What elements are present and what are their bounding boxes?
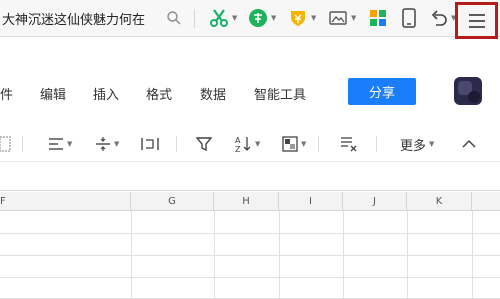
menu-file[interactable]: 件 [0, 84, 13, 103]
chevron-down-icon: ▼ [232, 13, 238, 22]
filter-tool[interactable] [196, 135, 212, 153]
chevron-down-icon: ▼ [311, 13, 317, 22]
menu-data[interactable]: 数据 [200, 84, 226, 103]
search-query-text[interactable]: 大神沉迷这仙侠魅力何在 [2, 9, 145, 28]
avatar[interactable] [454, 77, 482, 105]
scissors-icon [210, 9, 228, 27]
column-header-i[interactable]: I [279, 192, 343, 211]
column-header-k[interactable]: K [407, 192, 472, 211]
sort-tool[interactable]: A Z ▼ [234, 135, 260, 153]
menu-format[interactable]: 格式 [146, 84, 172, 103]
menu-smart-tools[interactable]: 智能工具 [254, 84, 306, 103]
column-header-h[interactable]: H [214, 192, 279, 211]
cell-style-tool[interactable]: ▼ [282, 135, 306, 153]
svg-text:Z: Z [235, 145, 241, 153]
tablet-tool[interactable] [401, 8, 417, 28]
undo-tool[interactable]: ▼ [430, 8, 456, 28]
grid-line [0, 233, 500, 234]
share-button[interactable]: 分享 [348, 78, 416, 105]
sort-icon: A Z [235, 136, 251, 153]
align-tool[interactable]: ▼ [48, 135, 72, 153]
chevron-down-icon: ▼ [301, 139, 307, 148]
more-label: 更多 [400, 138, 427, 154]
wrap-text-tool[interactable] [141, 135, 159, 153]
tablet-icon [402, 8, 416, 28]
spreadsheet-grid[interactable]: F G H I J K [0, 192, 500, 299]
apps-icon [370, 10, 386, 26]
chevron-down-icon: ▼ [255, 139, 261, 148]
collapse-toolbar-button[interactable] [462, 135, 476, 153]
chevron-down-icon: ▼ [114, 139, 120, 148]
scissors-tool[interactable]: ▼ [209, 8, 237, 28]
hamburger-menu-icon [468, 13, 485, 28]
column-header-j[interactable]: J [343, 192, 407, 211]
vertical-align-tool[interactable]: ▼ [95, 135, 119, 153]
undo-icon [431, 10, 447, 26]
toolbar-divider [318, 136, 319, 152]
toolbar-divider [22, 136, 23, 152]
grid-tool[interactable] [0, 135, 12, 153]
image-tool[interactable]: ▼ [328, 8, 356, 28]
grid-line [0, 255, 500, 256]
top-bar: 大神沉迷这仙侠魅力何在 ▼ ▼ ▼ ▼ ▼ [0, 0, 500, 39]
menu-bar: 件 编辑 插入 格式 数据 智能工具 [0, 70, 500, 112]
grid-line [0, 277, 500, 278]
menu-insert[interactable]: 插入 [93, 84, 119, 103]
translate-icon [249, 9, 267, 27]
search-icon[interactable] [166, 10, 182, 26]
wrap-text-icon [141, 138, 159, 150]
column-header-g[interactable]: G [131, 192, 214, 211]
column-header-row: F G H I J K [0, 192, 500, 211]
align-left-icon [49, 138, 63, 150]
chevron-up-icon [462, 139, 476, 148]
toolbar-divider [376, 136, 377, 152]
chevron-down-icon: ▼ [67, 139, 73, 148]
apps-tool[interactable] [369, 8, 387, 28]
chevron-down-icon: ▼ [351, 13, 357, 22]
translate-tool[interactable]: ▼ [248, 8, 276, 28]
main-menu-button[interactable] [455, 2, 498, 39]
filter-icon [196, 137, 212, 152]
column-header-f[interactable]: F [0, 192, 131, 211]
coupon-tool[interactable]: ▼ [288, 8, 316, 28]
menu-edit[interactable]: 编辑 [40, 84, 66, 103]
toolbar-divider [194, 9, 195, 28]
formula-bar[interactable] [0, 166, 500, 191]
chevron-down-icon: ▼ [429, 139, 435, 148]
format-toolbar: ▼ ▼ A Z ▼ ▼ 更多 ▼ [0, 126, 500, 162]
clear-format-icon [341, 137, 357, 152]
cell-style-icon [282, 136, 298, 152]
clear-format-tool[interactable] [340, 135, 358, 153]
toolbar-divider [176, 136, 177, 152]
coupon-icon [291, 11, 305, 26]
vertical-align-icon [96, 137, 110, 151]
image-icon [329, 11, 347, 25]
svg-text:A: A [235, 136, 241, 145]
chevron-down-icon: ▼ [271, 13, 277, 22]
grid-icon [0, 136, 11, 152]
more-button[interactable]: 更多 ▼ [400, 135, 435, 154]
